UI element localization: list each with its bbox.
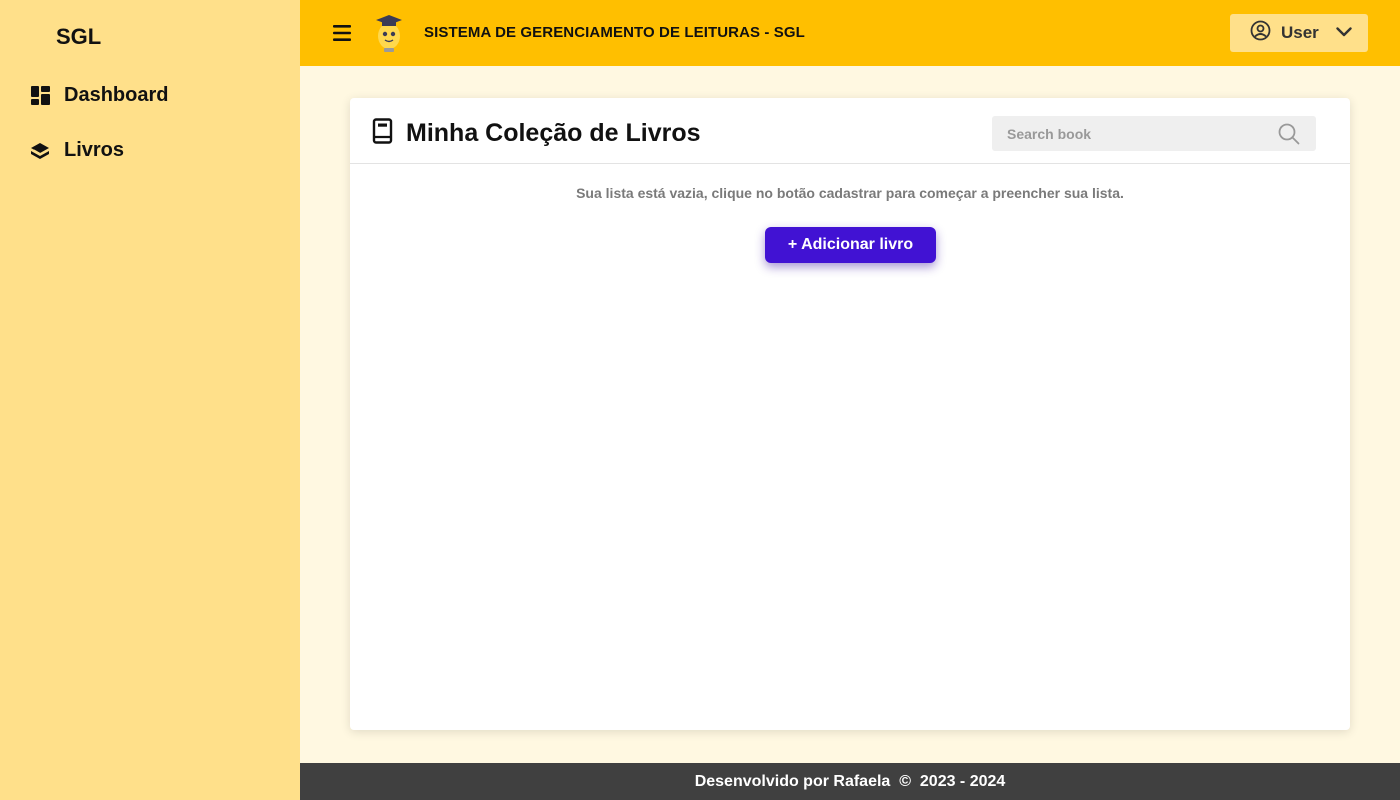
mascot-logo-icon — [372, 12, 406, 54]
card-title-group: Minha Coleção de Livros — [372, 118, 701, 149]
brand-logo-text: SGL — [56, 24, 102, 49]
sidebar-item-livros[interactable]: Livros — [30, 139, 124, 162]
user-avatar-icon — [1250, 20, 1271, 46]
chevron-down-icon — [1336, 24, 1352, 42]
footer: Desenvolvido por Rafaela © 2023 - 2024 — [300, 763, 1400, 800]
search-box — [992, 116, 1316, 151]
book-stack-icon — [30, 141, 50, 161]
search-input[interactable] — [992, 116, 1262, 151]
book-collection-card: Minha Coleção de Livros Sua lista está v… — [350, 98, 1350, 730]
book-icon — [372, 118, 394, 149]
sidebar-item-dashboard[interactable]: Dashboard — [30, 84, 168, 107]
page-title: Minha Coleção de Livros — [406, 119, 701, 147]
sidebar: SGL Dashboard Livros — [0, 0, 300, 800]
user-menu-button[interactable]: User — [1230, 14, 1368, 52]
empty-list-message: Sua lista está vazia, clique no botão ca… — [576, 185, 1124, 201]
top-bar: SISTEMA DE GERENCIAMENTO DE LEITURAS - S… — [300, 0, 1400, 66]
dashboard-icon — [30, 86, 50, 106]
app-title: SISTEMA DE GERENCIAMENTO DE LEITURAS - S… — [424, 24, 805, 41]
card-header: Minha Coleção de Livros — [350, 98, 1350, 164]
hamburger-menu-icon[interactable] — [332, 21, 354, 45]
sidebar-item-label: Livros — [64, 139, 125, 161]
add-book-button[interactable]: + Adicionar livro — [765, 227, 936, 263]
user-name: User — [1281, 23, 1319, 42]
sidebar-item-label: Dashboard — [64, 84, 169, 106]
footer-text: Desenvolvido por Rafaela © 2023 - 2024 — [694, 772, 1006, 790]
search-icon[interactable] — [1278, 123, 1300, 145]
